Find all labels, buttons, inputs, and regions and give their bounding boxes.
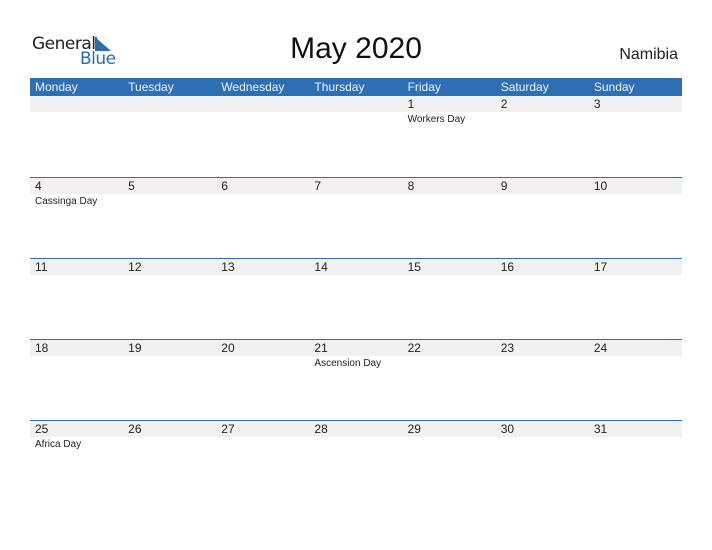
- day-cell: 1 Workers Day: [402, 96, 496, 177]
- holiday-label: Africa Day: [35, 439, 82, 450]
- day-number: [30, 96, 124, 112]
- day-cell: 23: [495, 339, 589, 420]
- day-cell: 16: [495, 258, 589, 339]
- day-number: 23: [495, 340, 589, 356]
- weekday-thursday: Thursday: [314, 80, 365, 94]
- day-number: 15: [402, 259, 496, 275]
- day-number: 6: [216, 178, 310, 194]
- day-number: 13: [216, 259, 310, 275]
- weekday-wednesday: Wednesday: [221, 80, 285, 94]
- holiday-label: Ascension Day: [314, 358, 382, 369]
- day-number: 10: [588, 178, 682, 194]
- holiday-label: Cassinga Day: [35, 196, 98, 207]
- weekday-monday: Monday: [35, 80, 78, 94]
- day-cell: 15: [402, 258, 496, 339]
- day-cell: [30, 96, 124, 177]
- day-number: 3: [588, 96, 682, 112]
- week-row: 4 Cassinga Day 5 6 7 8 9 10: [30, 177, 682, 258]
- weekday-saturday: Saturday: [500, 80, 549, 94]
- day-cell: 18: [30, 339, 124, 420]
- day-cell: 11: [30, 258, 124, 339]
- day-number: 29: [402, 421, 496, 437]
- day-cell: 2: [495, 96, 589, 177]
- weekday-friday: Friday: [407, 80, 441, 94]
- holiday-label: Workers Day: [407, 114, 466, 125]
- day-number: 12: [123, 259, 217, 275]
- day-number: 30: [495, 421, 589, 437]
- day-cell: 3: [588, 96, 682, 177]
- day-cell: [123, 96, 217, 177]
- day-cell: 26: [123, 420, 217, 501]
- day-number: 18: [30, 340, 124, 356]
- day-cell: 17: [588, 258, 682, 339]
- day-number: 2: [495, 96, 589, 112]
- day-number: 20: [216, 340, 310, 356]
- day-number: 17: [588, 259, 682, 275]
- day-cell: 24: [588, 339, 682, 420]
- day-cell: 12: [123, 258, 217, 339]
- country-label: Namibia: [619, 46, 678, 63]
- weekday-tuesday: Tuesday: [128, 80, 174, 94]
- day-cell: 19: [123, 339, 217, 420]
- day-number: 19: [123, 340, 217, 356]
- day-number: 8: [402, 178, 496, 194]
- day-cell: [216, 96, 310, 177]
- day-number: [123, 96, 217, 112]
- day-number: 4: [30, 178, 124, 194]
- day-number: 31: [588, 421, 682, 437]
- day-cell: 5: [123, 177, 217, 258]
- day-cell: 10: [588, 177, 682, 258]
- day-cell: 13: [216, 258, 310, 339]
- day-number: 16: [495, 259, 589, 275]
- day-number: 7: [309, 178, 403, 194]
- day-number: 5: [123, 178, 217, 194]
- week-row: 18 19 20 21 Ascension Day 22 23 24: [30, 339, 682, 420]
- day-cell: 22: [402, 339, 496, 420]
- day-number: 1: [402, 96, 496, 112]
- day-number: [216, 96, 310, 112]
- day-cell: 29: [402, 420, 496, 501]
- day-cell: 27: [216, 420, 310, 501]
- day-cell: [309, 96, 403, 177]
- day-cell: 8: [402, 177, 496, 258]
- day-cell: 21 Ascension Day: [309, 339, 403, 420]
- day-cell: 9: [495, 177, 589, 258]
- calendar-grid: Monday Tuesday Wednesday Thursday Friday Satu…: [30, 78, 682, 501]
- calendar-title: May 2020: [290, 32, 422, 65]
- day-cell: 31: [588, 420, 682, 501]
- day-number: 26: [123, 421, 217, 437]
- day-number: 21: [309, 340, 403, 356]
- weekday-sunday: Sunday: [593, 80, 635, 94]
- day-number: 28: [309, 421, 403, 437]
- week-row: 25 Africa Day 26 27 28 29 30 31: [30, 420, 682, 501]
- day-number: 22: [402, 340, 496, 356]
- day-cell: 28: [309, 420, 403, 501]
- day-cell: 30: [495, 420, 589, 501]
- day-number: 25: [30, 421, 124, 437]
- day-number: 11: [30, 259, 124, 275]
- day-cell: 4 Cassinga Day: [30, 177, 124, 258]
- day-number: [309, 96, 403, 112]
- day-cell: 7: [309, 177, 403, 258]
- day-number: 24: [588, 340, 682, 356]
- day-cell: 25 Africa Day: [30, 420, 124, 501]
- day-cell: 20: [216, 339, 310, 420]
- day-number: 14: [309, 259, 403, 275]
- week-row: 11 12 13 14 15 16 17: [30, 258, 682, 339]
- day-number: 27: [216, 421, 310, 437]
- weekday-header: Monday Tuesday Wednesday Thursday Friday Satu…: [30, 78, 682, 96]
- week-row: 1 Workers Day 2 3: [30, 96, 682, 177]
- day-cell: 14: [309, 258, 403, 339]
- day-cell: 6: [216, 177, 310, 258]
- day-number: 9: [495, 178, 589, 194]
